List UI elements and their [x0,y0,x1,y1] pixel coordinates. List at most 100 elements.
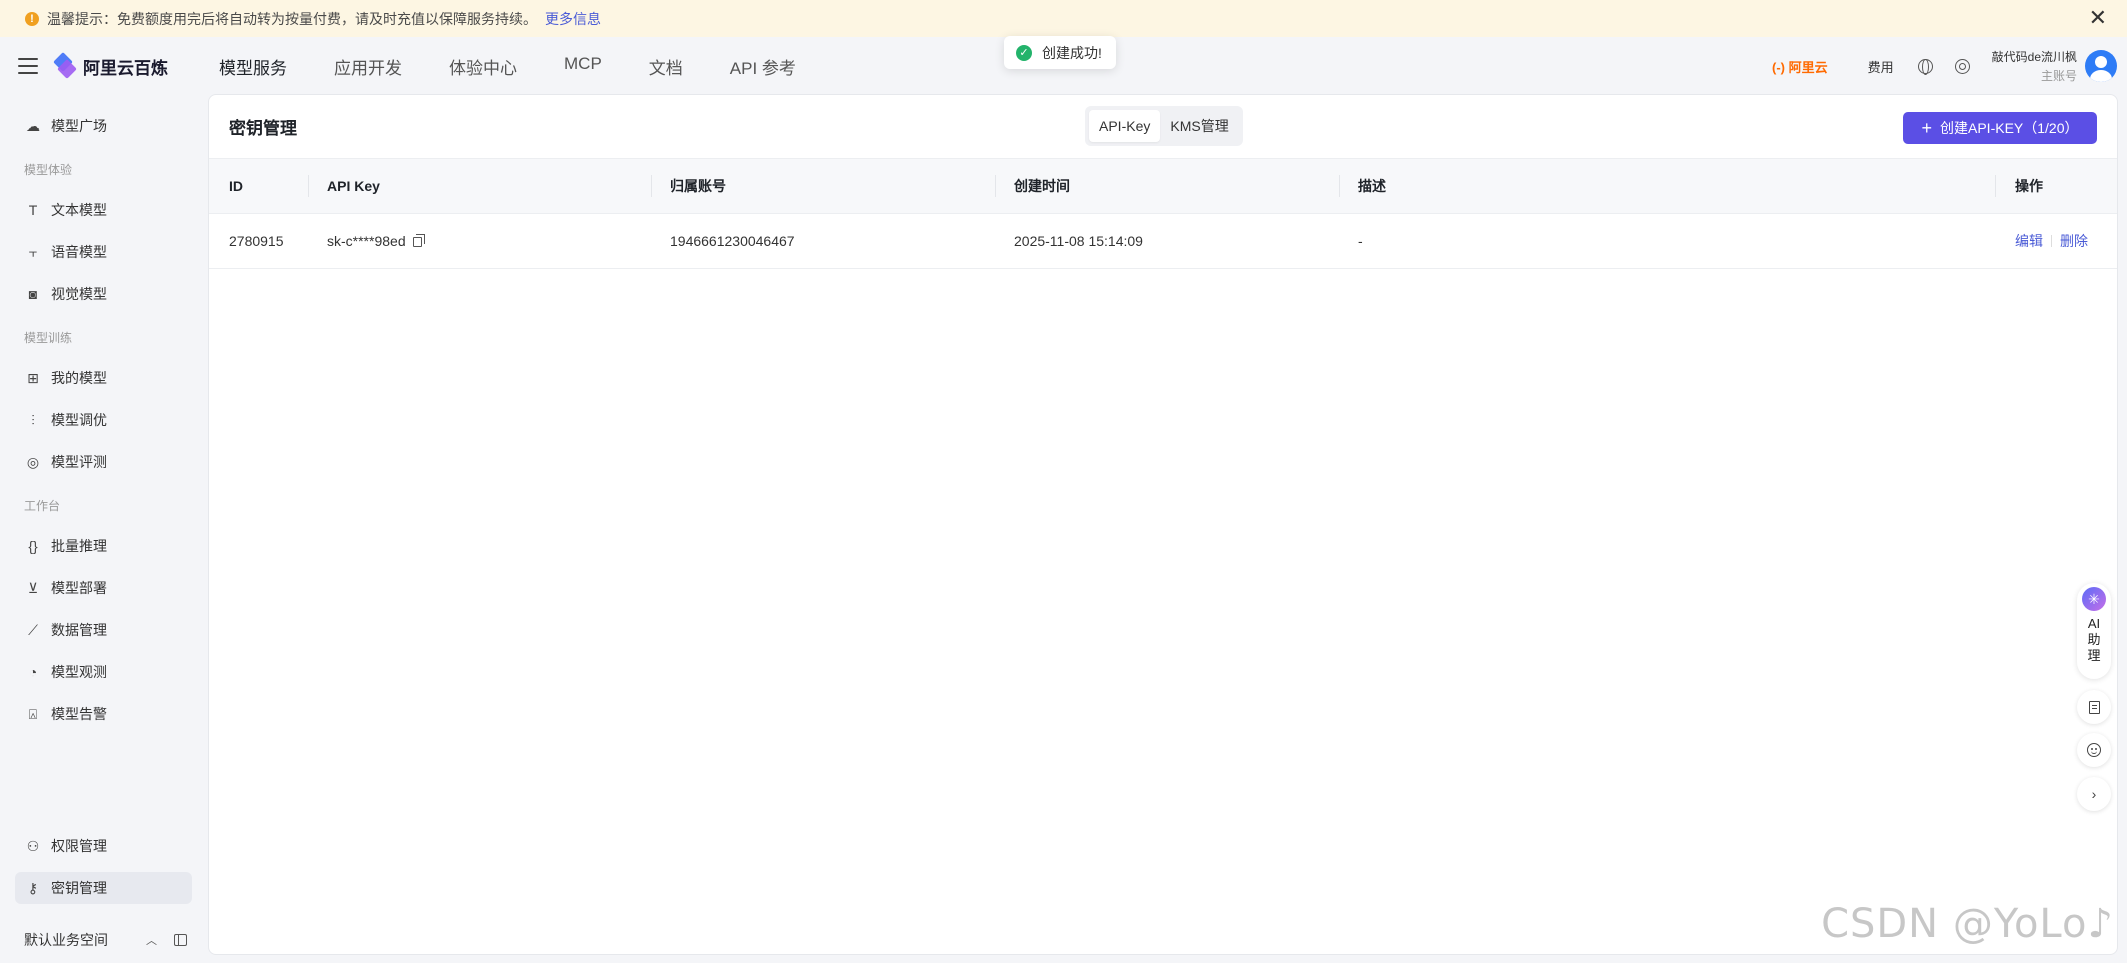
sidebar-item-key-manage[interactable]: ⚷ 密钥管理 [15,872,192,904]
warning-icon: ! [25,11,39,26]
sidebar-item-model-tuning[interactable]: ⫶ 模型调优 [15,404,192,436]
sidebar-item-data-manage[interactable]: ⟋ 数据管理 [15,614,192,646]
delete-button[interactable]: 删除 [2060,233,2088,249]
main-header: 密钥管理 API-Key KMS管理 + 创建API-KEY（1/20） [209,95,2117,159]
cell-api-key: sk-c****98ed [308,213,651,269]
workspace-switcher[interactable]: 默认业务空间 ︿ [24,930,189,950]
fee-link[interactable]: 费用 [1868,57,1894,76]
sidebar-group-model-experience: 模型体验 [24,163,73,177]
cell-created: 2025-11-08 15:14:09 [995,213,1339,269]
api-key-table: ID API Key 归属账号 创建时间 描述 操作 2780915 sk-c*… [209,159,2117,269]
logo[interactable]: 阿里云百炼 [53,52,168,79]
tab-experience-center[interactable]: 体验中心 [449,54,517,79]
user-info[interactable]: 敲代码de流川枫 主账号 [1992,48,2077,84]
column-header-id: ID [209,159,308,214]
plus-icon: + [1921,118,1932,138]
sidebar-item-label: 视觉模型 [51,286,107,302]
sidebar: ☁ 模型广场 模型体验 T 文本模型 ⫟ 语音模型 ◙ 视觉模型 模型训练 ⊞ … [0,95,207,963]
segment-api-key[interactable]: API-Key [1089,110,1161,142]
download-box-icon: ⊻ [27,579,39,596]
feedback-button[interactable] [2077,733,2111,767]
segment-control: API-Key KMS管理 [1085,106,1243,146]
tab-mcp[interactable]: MCP [564,54,602,79]
sidebar-item-label: 模型评测 [51,454,107,470]
create-api-key-button[interactable]: + 创建API-KEY（1/20） [1903,112,2097,144]
chart-icon: ⟋ [28,621,38,638]
workspace-label: 默认业务空间 [24,932,108,948]
document-button[interactable] [2077,690,2111,724]
sidebar-item-model-eval[interactable]: ◎ 模型评测 [15,446,192,478]
table-row: 2780915 sk-c****98ed 1946661230046467 20… [209,213,2117,269]
tab-app-dev[interactable]: 应用开发 [334,54,402,79]
sidebar-item-model-observe[interactable]: ◔ 模型观测 [15,656,192,688]
tab-docs[interactable]: 文档 [649,54,683,79]
user-name: 敲代码de流川枫 [1991,50,2077,64]
sidebar-item-label: 权限管理 [51,838,107,854]
more-info-link[interactable]: 更多信息 [545,9,601,29]
smile-icon [2087,743,2101,757]
tab-model-service[interactable]: 模型服务 [219,54,287,79]
sliders-icon: ⫶ [31,411,35,428]
cell-id: 2780915 [209,213,308,269]
sidebar-item-label: 语音模型 [51,244,107,260]
sidebar-item-vision-model[interactable]: ◙ 视觉模型 [15,278,192,310]
sidebar-item-label: 模型告警 [51,706,107,722]
sidebar-item-label: 批量推理 [51,538,107,554]
sidebar-item-batch-inference[interactable]: {} 批量推理 [15,530,192,562]
sidebar-item-model-deploy[interactable]: ⊻ 模型部署 [15,572,192,604]
avatar[interactable] [2085,50,2117,82]
expand-button[interactable]: › [2077,777,2111,811]
document-icon [2088,700,2100,714]
check-circle-icon: ✓ [1016,44,1032,61]
logo-icon [53,52,77,79]
cell-account: 1946661230046467 [651,213,995,269]
divider [2051,234,2052,247]
language-icon[interactable] [1917,58,1933,75]
sidebar-item-text-model[interactable]: T 文本模型 [15,194,192,226]
aliyun-link[interactable]: (-) 阿里云 [1772,57,1828,76]
sidebar-item-label: 数据管理 [51,622,107,638]
column-header-desc: 描述 [1339,159,1995,214]
notice-text: 温馨提示：免费额度用完后将自动转为按量付费，请及时充值以保障服务持续。 [47,10,537,27]
header-right: (-) 阿里云 费用 敲代码de流川枫 主账号 [1772,37,2127,95]
column-header-created: 创建时间 [995,159,1339,214]
key-icon: ⚷ [27,879,39,896]
settings-icon[interactable] [1954,58,1970,74]
sidebar-item-label: 文本模型 [51,202,107,218]
menu-icon[interactable] [18,58,38,74]
close-icon[interactable]: ✕ [2089,6,2107,30]
voice-icon: ⫟ [28,243,38,260]
user-role: 主账号 [2040,69,2077,83]
page-title: 密钥管理 [229,119,297,138]
sidebar-group-workbench: 工作台 [24,499,61,513]
sidebar-item-label: 模型观测 [51,664,107,680]
toast-text: 创建成功! [1042,44,1102,61]
sidebar-item-label: 模型广场 [51,118,107,134]
sidebar-item-model-square[interactable]: ☁ 模型广场 [15,110,192,142]
compass-icon: ◎ [26,453,40,470]
sidebar-item-label: 密钥管理 [51,880,107,896]
panel-toggle-icon[interactable] [174,934,187,946]
pie-icon: ◔ [28,664,38,680]
copy-icon[interactable] [412,233,425,247]
edit-button[interactable]: 编辑 [2015,233,2043,249]
chevron-up-icon[interactable]: ︿ [146,932,157,948]
brackets-icon: {} [28,538,38,554]
user-icon: ⚇ [26,837,40,854]
sidebar-group-model-training: 模型训练 [24,331,73,345]
sidebar-item-label: 模型调优 [51,412,107,428]
tab-api-reference[interactable]: API 参考 [730,54,796,79]
segment-kms[interactable]: KMS管理 [1160,110,1238,142]
sidebar-item-label: 模型部署 [51,580,107,596]
table-header-row: ID API Key 归属账号 创建时间 描述 操作 [209,159,2117,214]
sidebar-item-my-models[interactable]: ⊞ 我的模型 [15,362,192,394]
logo-text: 阿里云百炼 [83,58,168,78]
sidebar-item-permissions[interactable]: ⚇ 权限管理 [15,830,192,862]
nav-tabs: 模型服务 应用开发 体验中心 MCP 文档 API 参考 [219,54,843,79]
sidebar-item-voice-model[interactable]: ⫟ 语音模型 [15,236,192,268]
ai-assistant-button[interactable]: ✳ AI助理 [2077,583,2111,679]
text-icon: T [28,202,38,218]
column-header-api-key: API Key [308,159,651,214]
create-button-label: 创建API-KEY（1/20） [1940,120,2079,136]
sidebar-item-model-alarm[interactable]: ⍓ 模型告警 [15,698,192,730]
